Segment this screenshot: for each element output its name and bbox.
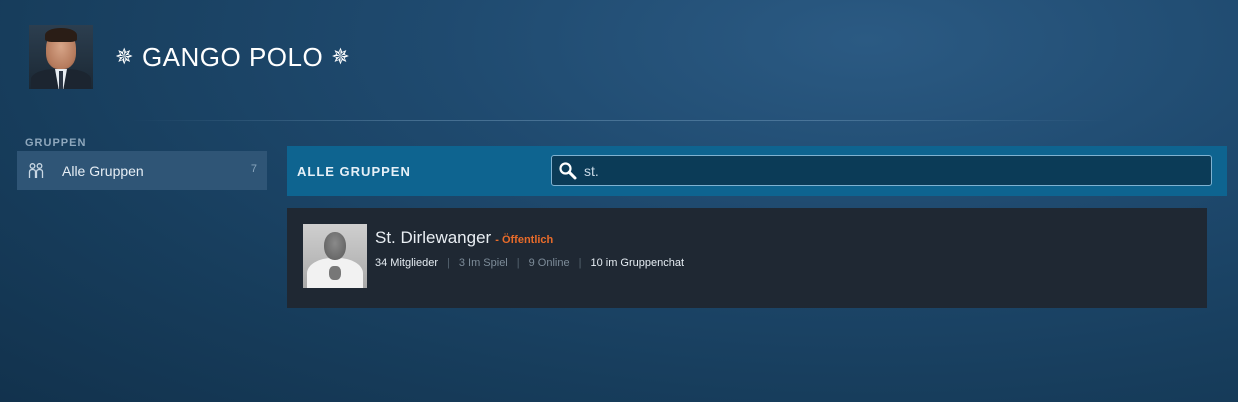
sidebar-item-label: Alle Gruppen: [62, 162, 144, 179]
search-input[interactable]: [582, 161, 1186, 180]
groups-icon: [27, 162, 45, 180]
member-count: 34 Mitglieder: [375, 257, 438, 269]
group-visibility-badge: - Öffentlich: [495, 234, 554, 246]
group-result-card: St. Dirlewanger - Öffentlich 34 Mitglied…: [287, 208, 1207, 308]
header-divider: [130, 120, 1110, 121]
sidebar-item-count: 7: [250, 163, 257, 175]
profile-name[interactable]: GANGO POLO: [142, 42, 323, 73]
group-chat-count[interactable]: 10 im Gruppenchat: [590, 257, 684, 269]
profile-title: ✵ GANGO POLO ✵: [115, 42, 350, 73]
group-stats: 34 Mitglieder | 3 Im Spiel | 9 Online | …: [375, 257, 684, 269]
stat-divider: |: [578, 257, 582, 269]
stat-divider: |: [516, 257, 520, 269]
section-title: ALLE GRUPPEN: [297, 163, 411, 179]
sidebar-heading: GRUPPEN: [25, 137, 87, 149]
group-title-row: St. Dirlewanger - Öffentlich: [375, 228, 553, 248]
profile-header: ✵ GANGO POLO ✵: [29, 25, 350, 89]
groups-header-bar: ALLE GRUPPEN: [287, 146, 1227, 196]
stat-divider: |: [446, 257, 450, 269]
sidebar-item-all-groups[interactable]: Alle Gruppen 7: [17, 151, 267, 190]
star-decoration-icon: ✵: [115, 44, 134, 69]
online-count: 9 Online: [528, 257, 570, 269]
star-decoration-icon: ✵: [331, 44, 351, 69]
group-avatar[interactable]: [303, 224, 367, 288]
search-box[interactable]: [551, 155, 1212, 186]
in-game-count: 3 Im Spiel: [458, 257, 508, 269]
group-name-link[interactable]: St. Dirlewanger: [375, 228, 491, 248]
profile-avatar[interactable]: [29, 25, 93, 89]
search-icon: [558, 161, 578, 181]
